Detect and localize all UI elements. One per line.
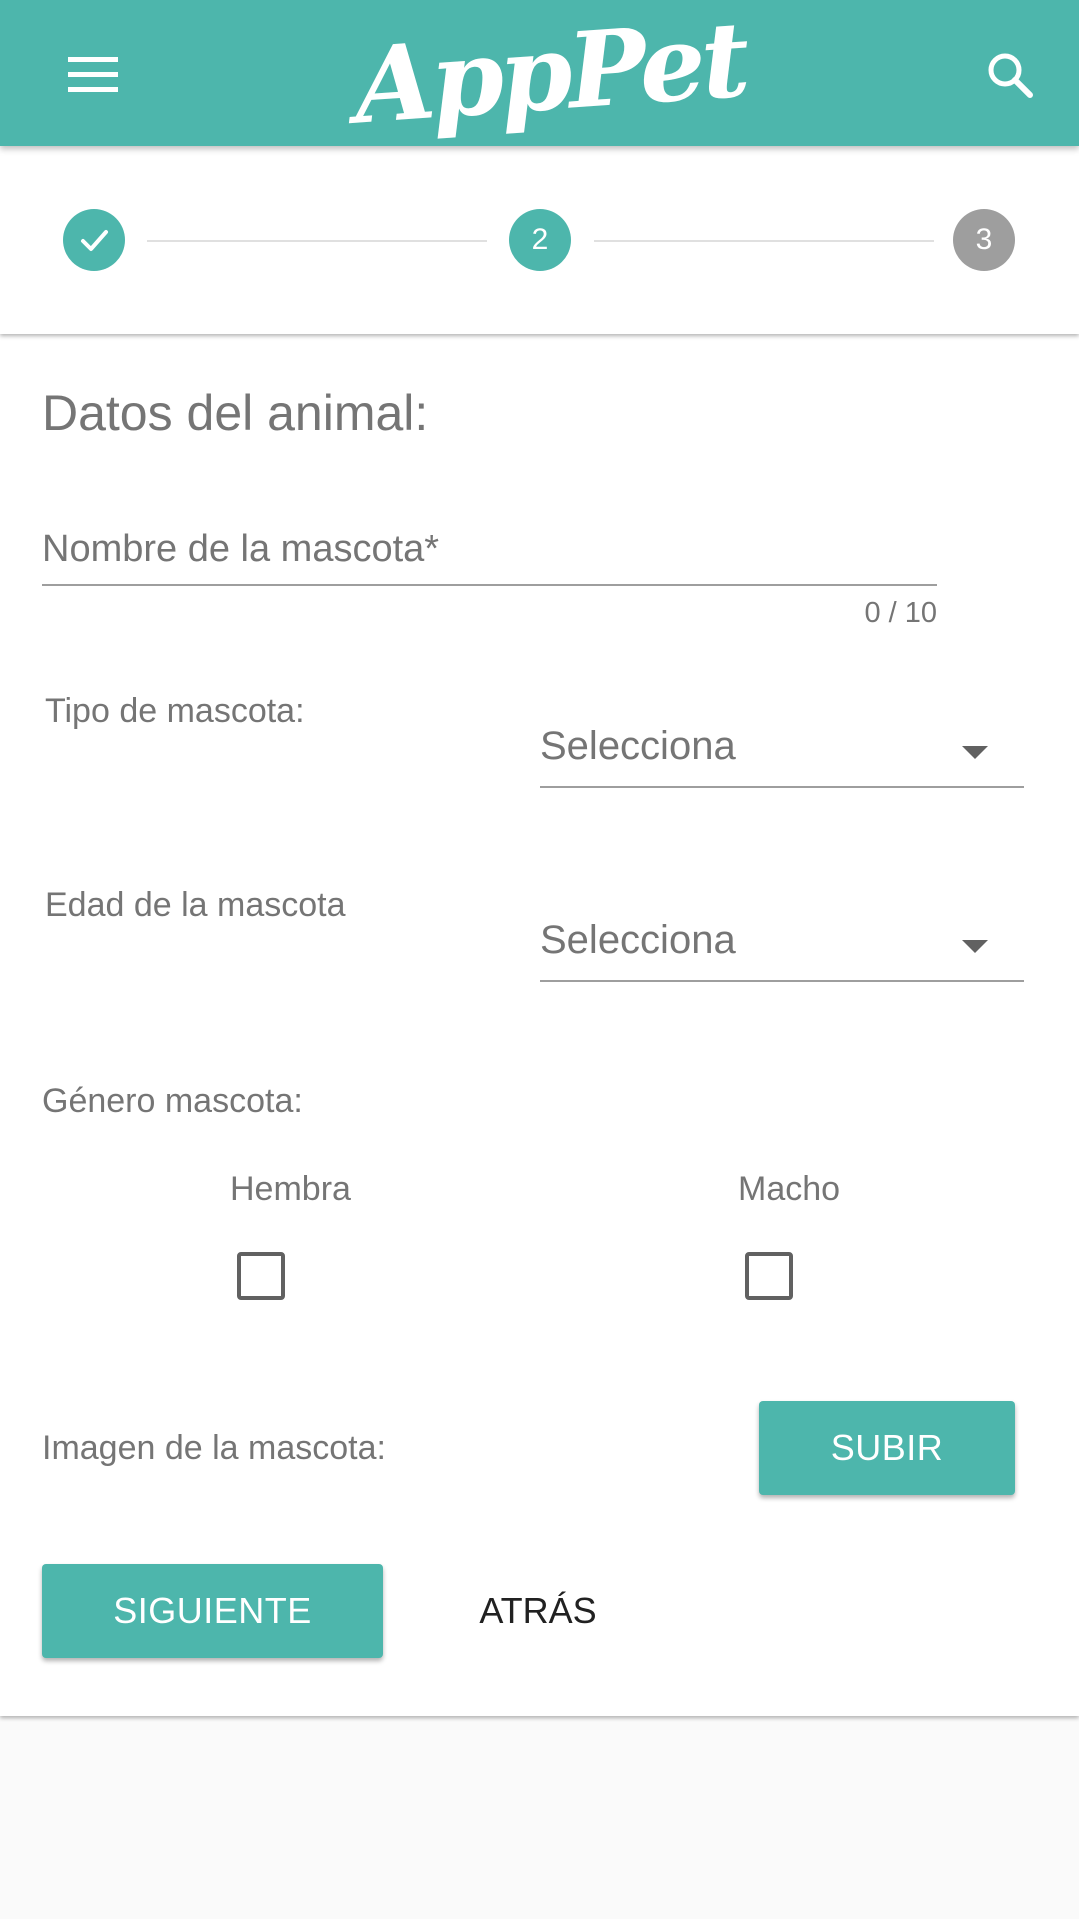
step-2-number: 2	[531, 223, 549, 256]
menu-button[interactable]	[58, 45, 128, 105]
dropdown-arrow-icon	[962, 746, 988, 759]
back-button[interactable]: ATRÁS	[420, 1564, 656, 1658]
step-3-pending[interactable]: 3	[953, 209, 1015, 271]
step-connector	[147, 240, 487, 242]
search-icon	[988, 53, 1033, 98]
app-toolbar: AppPet	[0, 0, 1079, 148]
pet-type-selected: Selecciona	[540, 724, 736, 768]
pet-image-label: Imagen de la mascota:	[42, 1429, 386, 1467]
logo-text: AppPet	[350, 0, 750, 148]
pet-type-select[interactable]: Selecciona	[540, 712, 1024, 788]
step-3-number: 3	[975, 223, 993, 256]
step-2-active[interactable]: 2	[509, 209, 571, 271]
pet-data-form: Datos del animal: 0 / 10 Tipo de mascota…	[0, 334, 1079, 1716]
pet-age-selected: Selecciona	[540, 918, 736, 962]
gender-option-male-label: Macho	[738, 1170, 841, 1208]
next-button[interactable]: SIGUIENTE	[42, 1564, 383, 1658]
menu-icon	[68, 57, 118, 92]
dropdown-arrow-icon	[962, 940, 988, 953]
gender-female-checkbox[interactable]	[237, 1252, 285, 1300]
page-title: Datos del animal:	[42, 385, 429, 441]
pet-age-label: Edad de la mascota	[45, 886, 346, 924]
pet-gender-label: Género mascota:	[42, 1082, 303, 1120]
gender-male-checkbox[interactable]	[745, 1252, 793, 1300]
app-logo: AppPet	[350, 0, 749, 148]
pet-type-label: Tipo de mascota:	[45, 692, 305, 730]
pet-age-select[interactable]: Selecciona	[540, 906, 1024, 982]
search-button[interactable]	[975, 40, 1045, 110]
step-connector	[594, 240, 934, 242]
gender-option-female-label: Hembra	[230, 1170, 351, 1208]
character-counter: 0 / 10	[864, 597, 937, 629]
upload-button[interactable]: SUBIR	[759, 1401, 1015, 1495]
step-1-completed[interactable]	[63, 209, 125, 271]
pet-name-input[interactable]	[42, 514, 937, 586]
stepper: 2 3	[0, 146, 1079, 334]
check-icon	[81, 230, 108, 251]
